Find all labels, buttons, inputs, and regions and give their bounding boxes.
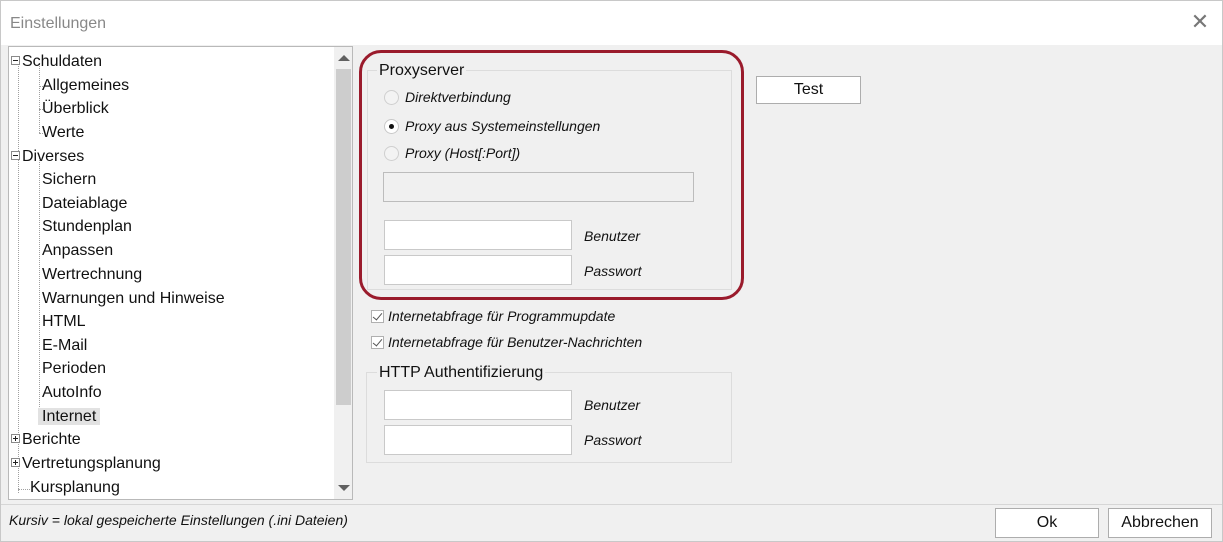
scroll-up-icon[interactable] (338, 55, 350, 61)
tree-item-label: E-Mail (42, 337, 88, 354)
http-password-label: Passwort (584, 432, 642, 448)
tree-connector (39, 157, 40, 419)
http-password-input[interactable] (384, 425, 572, 455)
tree-item-label: Stundenplan (42, 218, 132, 235)
status-separator (1, 504, 1222, 505)
scroll-down-icon[interactable] (338, 485, 350, 491)
http-user-input[interactable] (384, 390, 572, 420)
tree-item-warnungen[interactable]: Warnungen und Hinweise (42, 287, 225, 310)
checkbox[interactable] (371, 309, 384, 323)
tree-item-kursplanung[interactable]: Kursplanung (30, 476, 120, 499)
tree-item-perioden[interactable]: Perioden (42, 357, 106, 380)
tree-item-label: Internet (38, 408, 101, 425)
tree-item-label: Anpassen (42, 242, 114, 259)
tree-item-werte[interactable]: Werte (42, 121, 84, 144)
tree-item-diverses[interactable]: Diverses (11, 145, 84, 168)
title-bar: Einstellungen ✕ (1, 1, 1222, 45)
tree-item-label: Werte (42, 124, 85, 141)
cancel-button[interactable]: Abbrechen (1108, 508, 1212, 538)
tree-item-label: Vertretungsplanung (22, 455, 161, 472)
tree-item-label: Diverses (22, 148, 85, 165)
tree-item-autoinfo[interactable]: AutoInfo (42, 381, 102, 404)
tree-item-wertrechnung[interactable]: Wertrechnung (42, 263, 142, 286)
settings-tree: Schuldaten Allgemeines Überblick Werte D… (8, 46, 353, 500)
tree-item-ueberblick[interactable]: Überblick (42, 97, 109, 120)
expand-icon[interactable] (11, 434, 20, 444)
tree-item-label: Dateiablage (42, 195, 128, 212)
tree-item-vertretungsplanung[interactable]: Vertretungsplanung (11, 452, 161, 475)
tree-item-label: Allgemeines (42, 77, 130, 94)
tree-item-label: Schuldaten (22, 53, 103, 70)
tree-item-schuldaten[interactable]: Schuldaten (11, 50, 102, 73)
test-button[interactable]: Test (756, 76, 861, 104)
tree-item-label: Wertrechnung (42, 266, 143, 283)
checkbox-label: Internetabfrage für Programmupdate (388, 308, 616, 324)
close-icon[interactable]: ✕ (1188, 11, 1212, 35)
tree-connector (39, 63, 40, 133)
settings-dialog: Einstellungen ✕ Schuldaten Allgemeines Ü… (0, 0, 1223, 542)
tree-item-anpassen[interactable]: Anpassen (42, 239, 113, 262)
scrollbar-thumb[interactable] (336, 69, 351, 405)
highlight-annotation (359, 50, 744, 300)
tree-scrollbar[interactable] (334, 47, 352, 499)
checkbox-label: Internetabfrage für Benutzer-Nachrichten (388, 334, 643, 350)
tree-item-label: Kursplanung (30, 479, 120, 496)
status-text: Kursiv = lokal gespeicherte Einstellunge… (9, 512, 348, 528)
tree-item-label: Warnungen und Hinweise (42, 290, 225, 307)
tree-item-label: Berichte (22, 431, 81, 448)
window-title: Einstellungen (10, 15, 107, 32)
collapse-icon[interactable] (11, 56, 20, 66)
tree-item-berichte[interactable]: Berichte (11, 428, 81, 451)
tree-item-label: HTML (42, 313, 86, 330)
expand-icon[interactable] (11, 458, 20, 468)
ok-button[interactable]: Ok (995, 508, 1099, 538)
tree-item-internet[interactable]: Internet (38, 405, 101, 428)
tree-item-label: Überblick (42, 100, 109, 117)
tree-item-stundenplan[interactable]: Stundenplan (42, 215, 132, 238)
tree-item-label: Perioden (42, 360, 107, 377)
checkbox[interactable] (371, 335, 384, 349)
collapse-icon[interactable] (11, 151, 20, 161)
tree-item-dateiablage[interactable]: Dateiablage (42, 192, 127, 215)
tree-item-html[interactable]: HTML (42, 310, 86, 333)
tree-item-label: AutoInfo (42, 384, 102, 401)
tree-item-email[interactable]: E-Mail (42, 334, 87, 357)
checkbox-program-update[interactable]: Internetabfrage für Programmupdate (371, 307, 615, 325)
tree-item-allgemeines[interactable]: Allgemeines (42, 74, 129, 97)
http-auth-legend: HTTP Authentifizierung (377, 364, 546, 382)
http-user-label: Benutzer (584, 397, 641, 413)
tree-connector (18, 489, 30, 490)
tree-item-sichern[interactable]: Sichern (42, 168, 96, 191)
tree-item-label: Sichern (42, 171, 97, 188)
checkbox-user-messages[interactable]: Internetabfrage für Benutzer-Nachrichten (371, 333, 642, 351)
